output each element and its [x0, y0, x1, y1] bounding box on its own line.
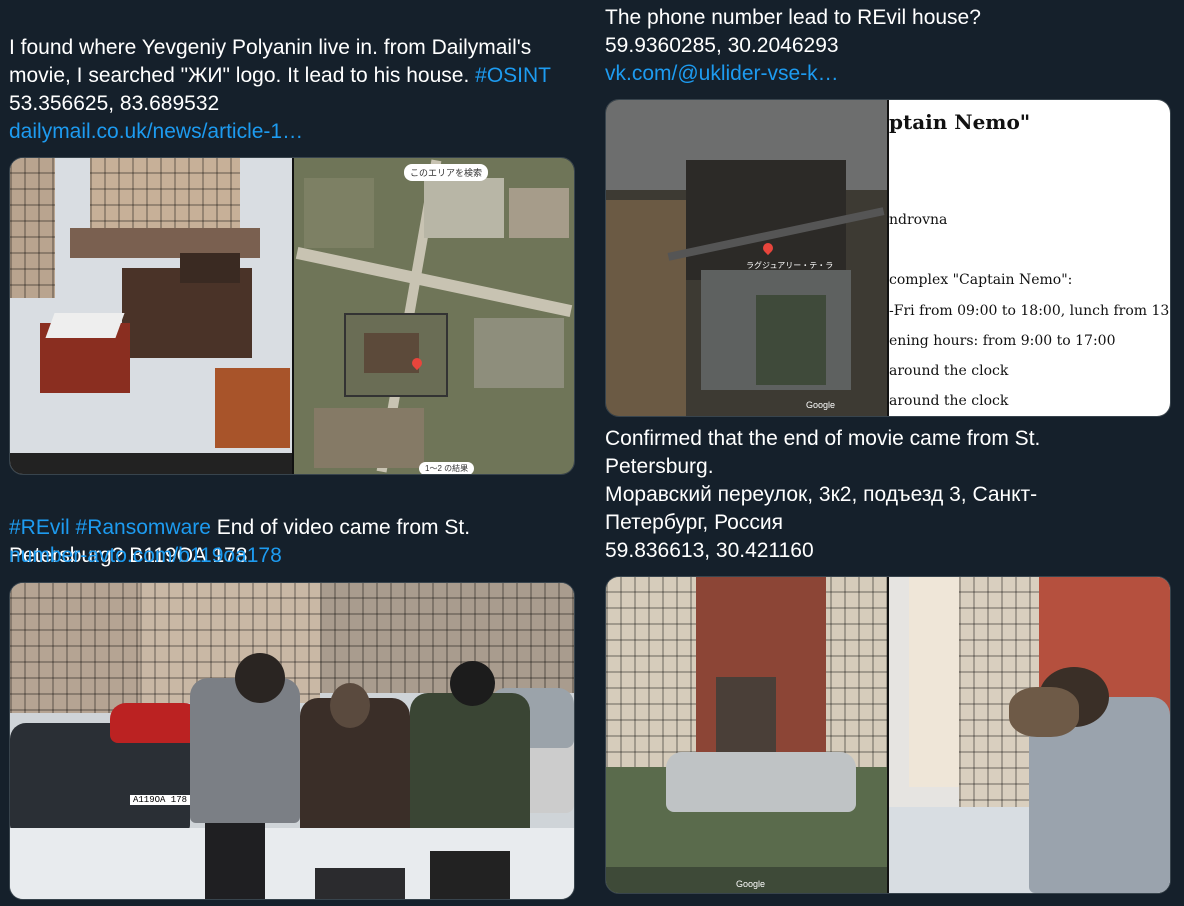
doc-line: -Fri from 09:00 to 18:00, lunch from 13:…: [889, 303, 1170, 319]
doc-line: ndrovna: [889, 212, 948, 228]
satellite-map-1[interactable]: このエリアを検索 1〜2 の結果: [294, 158, 574, 474]
doc-line: complex "Captain Nemo":: [889, 272, 1073, 288]
google-watermark: Google: [806, 400, 836, 410]
arrest-photo: А119ОА 178: [10, 583, 574, 899]
tweet-2-media[interactable]: ラグジュアリー・テ・ラ Google ptain Nemo" ndrovna c…: [605, 99, 1171, 417]
doc-line: around the clock: [889, 393, 1009, 409]
suspect-photo: [889, 577, 1170, 893]
hashtag-ransomware[interactable]: #Ransomware: [76, 516, 211, 539]
tweet-1-link[interactable]: dailymail.co.uk/news/article-1…: [9, 118, 303, 146]
results-chip[interactable]: 1〜2 の結果: [419, 462, 475, 474]
google-watermark: Google: [736, 879, 766, 889]
tweet-2-text: The phone number lead to REvil house?: [605, 6, 981, 29]
license-plate: А119ОА 178: [130, 795, 191, 805]
hashtag-revil[interactable]: #REvil: [9, 516, 70, 539]
street-photo: Google: [606, 577, 887, 893]
tweet-3-link[interactable]: number-avto.com/b119oa178: [9, 542, 282, 570]
tweet-2-link[interactable]: vk.com/@uklider-vse-k…: [605, 60, 839, 88]
doc-line: around the clock: [889, 363, 1009, 379]
document-screenshot: ptain Nemo" ndrovna complex "Captain Nem…: [889, 100, 1170, 416]
tweet-4-line2: Моравский переулок, 3к2, подъезд 3, Санк…: [605, 483, 1038, 534]
tweet-1-text: I found where Yevgeniy Polyanin live in.…: [9, 6, 569, 90]
search-area-chip[interactable]: このエリアを検索: [404, 164, 489, 181]
snow-house-photo: [10, 158, 292, 474]
doc-line: ening hours: from 9:00 to 17:00: [889, 333, 1116, 349]
tweet-4-line1: Confirmed that the end of movie came fro…: [605, 427, 1041, 478]
tweet-3-media[interactable]: А119ОА 178: [9, 582, 575, 900]
tweet-4-media[interactable]: Google: [605, 576, 1171, 894]
tweet-1-body: I found where Yevgeniy Polyanin live in.…: [9, 36, 532, 87]
tweet-4-coords: 59.836613, 30.421160: [605, 539, 814, 562]
tweet-1-coords: 53.356625, 83.689532: [9, 92, 220, 115]
map-building-label: ラグジュアリー・テ・ラ: [746, 261, 834, 270]
tweet-2-coords: 59.9360285, 30.2046293: [605, 34, 839, 57]
doc-heading: ptain Nemo": [889, 110, 1031, 134]
tweet-1-media[interactable]: このエリアを検索 1〜2 の結果: [9, 157, 575, 475]
satellite-map-2[interactable]: ラグジュアリー・テ・ラ Google: [606, 100, 887, 416]
hashtag-osint[interactable]: #OSINT: [475, 64, 551, 87]
